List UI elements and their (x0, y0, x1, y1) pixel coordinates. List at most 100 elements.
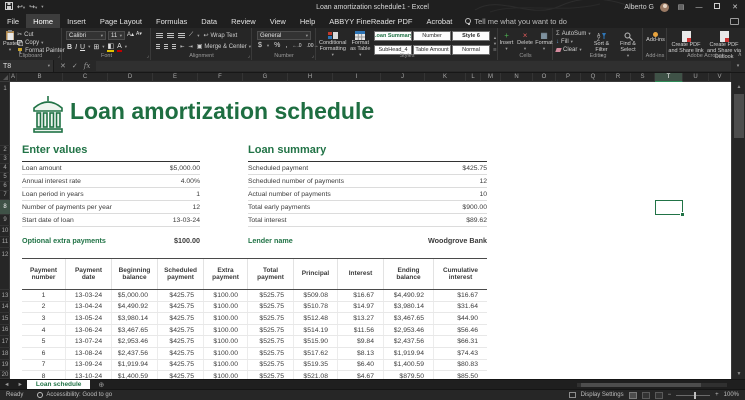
ribbon-tab-file[interactable]: File (0, 14, 26, 28)
cell[interactable]: $80.83 (434, 360, 487, 371)
cell[interactable]: $425.75 (158, 313, 204, 324)
column-header-R[interactable]: R (606, 73, 631, 82)
grow-font-icon[interactable]: A▴ (127, 31, 134, 40)
align-right-icon[interactable] (172, 44, 177, 45)
cell[interactable]: $100.00 (204, 336, 248, 347)
cell[interactable]: $85.50 (434, 371, 487, 379)
enter-values-heading[interactable]: Enter values (22, 144, 200, 162)
table-header-cumulative-interest[interactable]: Cumulative interest (434, 259, 487, 289)
cell[interactable]: $5,000.00 (112, 290, 158, 301)
cell[interactable]: $525.75 (248, 336, 294, 347)
cell[interactable]: $6.40 (338, 359, 384, 371)
table-row[interactable]: 5 13-07-24 $2,953.46 $425.75 $100.00 $525.75 $… (22, 336, 487, 348)
enter-values-row[interactable]: Start date of loan 13-03-24 (22, 214, 200, 227)
cell[interactable]: $517.62 (294, 347, 338, 359)
cells-delete-button[interactable]: × Delete ▾ (517, 30, 533, 52)
gallery-down-icon[interactable]: ▼ (493, 41, 497, 46)
autosum-button[interactable]: Σ AutoSum ▾ (556, 30, 591, 37)
loan-summary-row[interactable]: Scheduled number of payments 12 (248, 175, 487, 188)
cell[interactable]: $515.90 (294, 336, 338, 347)
table-row[interactable]: 7 13-09-24 $1,919.94 $425.75 $100.00 $525.75 $… (22, 359, 487, 372)
selected-cell-T8[interactable] (655, 200, 685, 217)
shrink-font-icon[interactable]: A▾ (136, 31, 142, 40)
table-header-ending-balance[interactable]: Ending balance (384, 259, 434, 289)
cell[interactable]: $3,980.14 (112, 313, 158, 324)
cell[interactable]: $521.08 (294, 371, 338, 379)
align-bottom-icon[interactable] (178, 33, 185, 34)
cell[interactable]: $4,490.92 (384, 290, 434, 301)
cell[interactable]: $425.75 (158, 336, 204, 347)
column-header-G[interactable]: G (243, 73, 288, 82)
field-label[interactable]: Annual interest rate (22, 178, 181, 185)
cell[interactable]: $100.00 (204, 324, 248, 336)
borders-icon[interactable]: ⊞ (93, 43, 99, 51)
row-header-18[interactable]: 18 (0, 348, 10, 360)
cell[interactable]: $879.50 (384, 371, 434, 379)
column-header-J[interactable]: J (381, 73, 425, 82)
horizontal-scroll-thumb[interactable] (581, 383, 701, 387)
ribbon-tab-help[interactable]: Help (293, 14, 322, 28)
align-middle-icon[interactable] (167, 33, 174, 34)
expand-formula-bar-icon[interactable]: ▾ (731, 60, 745, 72)
sheet-nav-right-icon[interactable]: ► (13, 382, 26, 388)
field-value[interactable]: $425.75 (462, 165, 487, 172)
table-row[interactable]: 3 13-05-24 $3,980.14 $425.75 $100.00 $525.75 $… (22, 313, 487, 325)
loan-summary-row[interactable]: Total early payments $900.00 (248, 201, 487, 214)
zoom-level[interactable]: 100% (724, 392, 739, 398)
row-header-8[interactable]: 8 (0, 200, 10, 215)
cell[interactable]: $525.75 (248, 347, 294, 359)
normal-view-icon[interactable] (628, 391, 637, 399)
cell[interactable]: $512.48 (294, 313, 338, 324)
cell[interactable]: $31.64 (434, 302, 487, 313)
font-dialog-launcher[interactable]: ⌟ (147, 53, 149, 59)
cell[interactable]: 7 (22, 359, 66, 371)
row-header-5[interactable]: 5 (0, 173, 10, 182)
column-header-T[interactable]: T (655, 73, 683, 82)
cell[interactable]: $525.75 (248, 324, 294, 336)
ribbon-tab-data[interactable]: Data (194, 14, 224, 28)
ribbon-tab-insert[interactable]: Insert (60, 14, 93, 28)
table-header-scheduled-payment[interactable]: Scheduled payment (158, 259, 204, 289)
row-header-12[interactable]: 12 (0, 248, 10, 290)
row-header-1[interactable]: 1 (0, 82, 10, 146)
cell[interactable]: $56.46 (434, 325, 487, 336)
ribbon-tab-review[interactable]: Review (224, 14, 263, 28)
enter-icon[interactable]: ✓ (72, 62, 78, 70)
cell[interactable]: 13-05-24 (66, 313, 112, 324)
cell[interactable]: $425.75 (158, 301, 204, 313)
orientation-icon[interactable]: ⟋ (189, 32, 193, 39)
decrease-indent-icon[interactable]: ⇤ (180, 44, 184, 50)
cell[interactable]: 1 (22, 290, 66, 301)
enter-values-row[interactable]: Number of payments per year 12 (22, 201, 200, 214)
cells-insert-button[interactable]: + Insert ▾ (499, 30, 514, 52)
table-header-payment-number[interactable]: Payment number (22, 259, 66, 289)
cell[interactable]: $514.19 (294, 324, 338, 336)
cell[interactable]: 13-07-24 (66, 336, 112, 347)
name-box[interactable]: T8 ▾ (0, 60, 54, 72)
field-label[interactable]: Scheduled number of payments (248, 178, 479, 185)
row-header-17[interactable]: 17 (0, 336, 10, 348)
sheet-nav-left-icon[interactable]: ◄ (0, 382, 13, 388)
column-header-L[interactable]: L (466, 73, 481, 82)
column-header-O[interactable]: O (533, 73, 556, 82)
vertical-scrollbar[interactable]: ▲ ▼ (731, 82, 745, 379)
cell[interactable]: $16.67 (434, 290, 487, 301)
cell[interactable]: $11.56 (338, 324, 384, 336)
table-row[interactable]: 1 13-03-24 $5,000.00 $425.75 $100.00 $525.75 $… (22, 290, 487, 302)
cell[interactable]: $425.75 (158, 347, 204, 359)
collapse-ribbon-icon[interactable]: ∧ (738, 51, 742, 58)
loan-summary-row[interactable]: Scheduled payment $425.75 (248, 162, 487, 175)
field-value[interactable]: 13-03-24 (173, 217, 200, 224)
cell[interactable]: $100.00 (204, 359, 248, 371)
fill-button[interactable]: ↓ Fill ▾ (556, 38, 588, 45)
row-header-2[interactable]: 2 (0, 146, 10, 155)
zoom-out-icon[interactable]: − (668, 392, 672, 398)
ribbon-tab-abbyy-finereader-pdf[interactable]: ABBYY FineReader PDF (322, 14, 419, 28)
optional-extra-payments-row[interactable]: Optional extra payments $100.00 (22, 233, 200, 247)
row-header-7[interactable]: 7 (0, 191, 10, 200)
worksheet[interactable]: Loan amortization schedule Enter values … (10, 82, 731, 379)
cell[interactable]: 13-03-24 (66, 290, 112, 301)
align-left-icon[interactable] (156, 44, 161, 45)
cell[interactable]: $525.75 (248, 359, 294, 371)
table-header-principal[interactable]: Principal (294, 259, 338, 289)
